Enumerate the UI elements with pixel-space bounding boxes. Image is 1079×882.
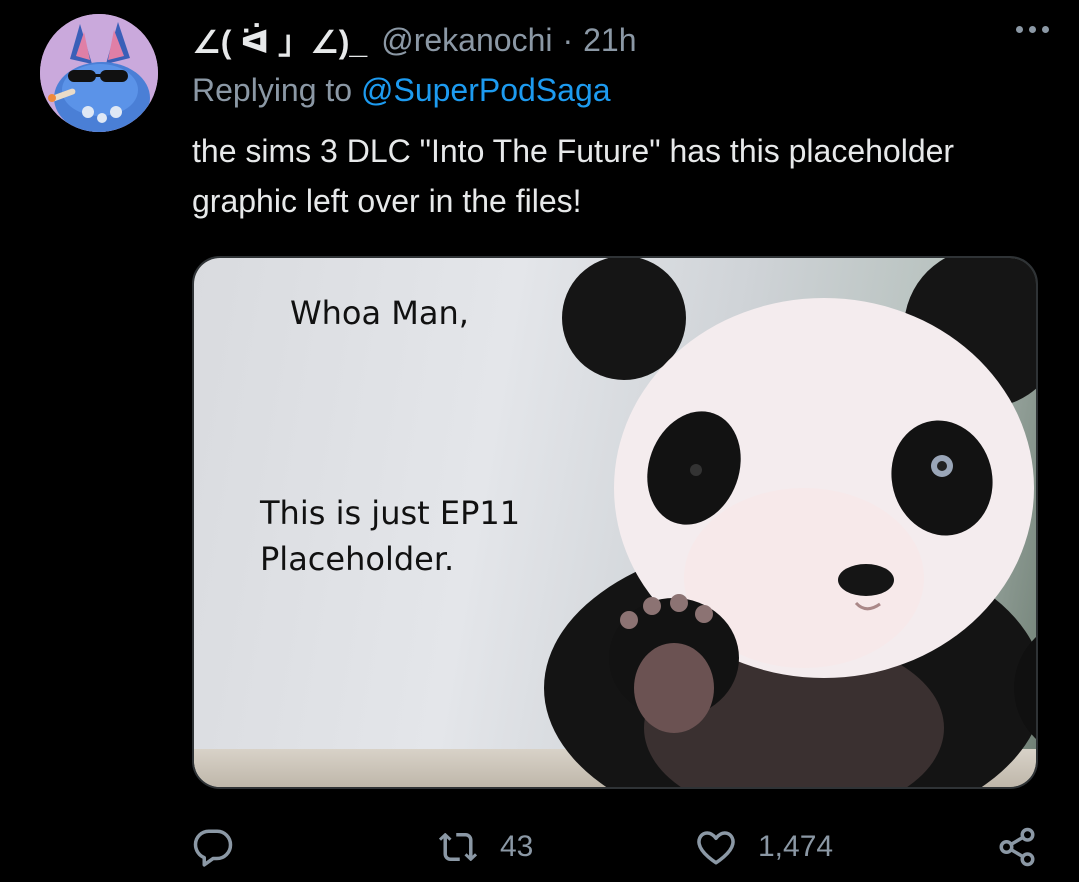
- like-button[interactable]: 1,474: [694, 826, 833, 868]
- retweet-count: 43: [500, 830, 534, 863]
- tweet-actions: 43 1,474: [0, 820, 1079, 874]
- tweet-header: ∠( ᐛ 」∠)_ @rekanochi · 21h: [192, 18, 637, 62]
- caption-top: Whoa Man,: [290, 294, 469, 332]
- reply-icon: [193, 829, 233, 867]
- tweet-media[interactable]: Whoa Man, This is just EP11 Placeholder.: [192, 256, 1038, 789]
- more-dot: [1016, 26, 1023, 33]
- separator: ·: [562, 21, 574, 58]
- more-dot: [1029, 26, 1036, 33]
- caption-bottom: This is just EP11 Placeholder.: [260, 490, 520, 582]
- user-handle[interactable]: @rekanochi: [381, 22, 552, 59]
- replying-to: Replying to @SuperPodSaga: [192, 72, 611, 109]
- avatar-image: [40, 14, 158, 132]
- more-dot: [1042, 26, 1049, 33]
- replying-prefix: Replying to: [192, 72, 353, 108]
- avatar[interactable]: [40, 14, 158, 132]
- display-name[interactable]: ∠( ᐛ 」∠)_: [192, 17, 367, 63]
- tweet-text: the sims 3 DLC "Into The Future" has thi…: [192, 133, 955, 219]
- retweet-button[interactable]: 43: [436, 826, 533, 868]
- reply-button[interactable]: [192, 826, 234, 868]
- caption-bottom-line-1: This is just EP11: [260, 494, 521, 532]
- heart-icon: [697, 831, 735, 865]
- retweet-icon: [438, 833, 478, 861]
- replying-handle-link[interactable]: @SuperPodSaga: [361, 72, 611, 108]
- share-icon: [999, 827, 1035, 867]
- caption-bottom-line-2: Placeholder.: [260, 540, 455, 578]
- like-count: 1,474: [758, 830, 834, 863]
- share-button[interactable]: [996, 826, 1038, 868]
- timestamp[interactable]: 21h: [583, 22, 636, 59]
- more-options-icon[interactable]: [1016, 26, 1049, 33]
